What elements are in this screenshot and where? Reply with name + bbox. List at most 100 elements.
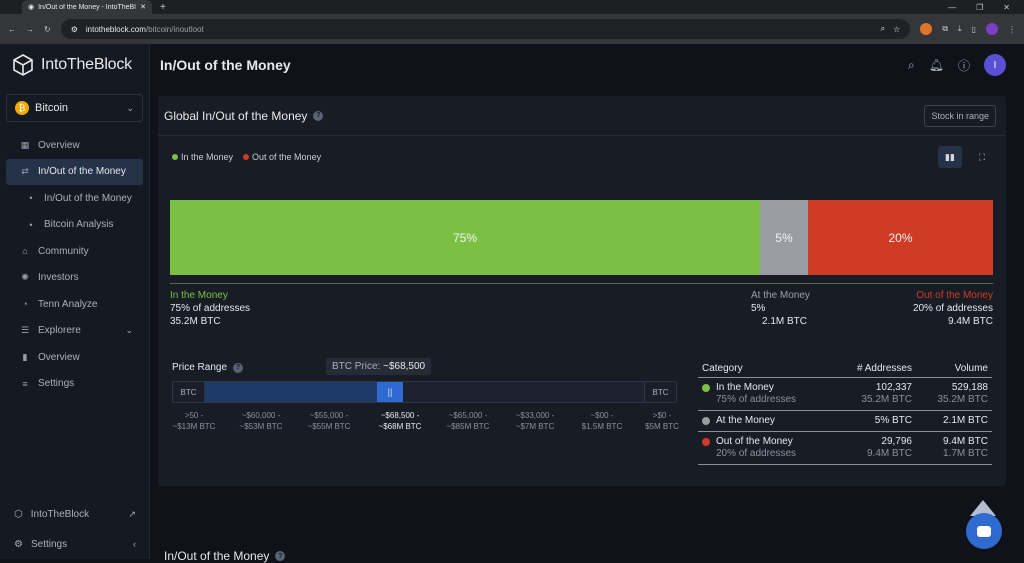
help-icon[interactable]: ? (275, 551, 286, 561)
pie-chart-icon: ◔ (22, 299, 28, 310)
collapse-icon[interactable]: ‹ (133, 539, 136, 549)
sidebar-item-label: Settings (30, 538, 68, 550)
intotheblock-logo-icon (13, 54, 33, 76)
slider-fill (205, 382, 377, 402)
sidebar-subitem-in-out-money[interactable]: • In/Out of the Money (6, 185, 143, 212)
help-icon[interactable]: ? (313, 110, 324, 121)
price-tick: ~$60,000 - ~$53M BTC (230, 410, 292, 432)
sidebar-item-explorere[interactable]: ☰ Explorere ⌄ (6, 318, 143, 345)
fullscreen-icon[interactable]: ⛶ (970, 146, 994, 168)
bitcoin-icon: ₿ (15, 101, 29, 115)
sidebar-item-overview[interactable]: ▦ Overview (6, 132, 143, 159)
bar-segment-at-the-money[interactable]: 5% (760, 200, 808, 275)
stacked-bar: 75% 5% 20% (170, 200, 993, 275)
price-range-label: Price Range (172, 362, 228, 373)
column-header-volume[interactable]: Volume (912, 363, 988, 374)
bar-chart-icon: ▮ (22, 351, 28, 362)
maximize-icon[interactable]: ❐ (976, 3, 983, 12)
avatar[interactable]: I (984, 54, 1006, 76)
bar-segment-out-of-the-money[interactable]: 20% (808, 200, 993, 275)
cube-icon: ⬡ (14, 508, 23, 520)
sidebar-item-label: Overview (38, 139, 80, 151)
help-icon[interactable]: ? (233, 362, 244, 373)
site-info-icon[interactable]: ⚙ (71, 25, 78, 34)
section-title-in-out-money: In/Out of the Money ? (164, 549, 286, 563)
bar-chart-view-icon[interactable]: ▮▮ (938, 146, 962, 168)
bar-value-label: 75% (452, 230, 478, 245)
legend-label: Out of the Money (252, 152, 322, 162)
bar-segment-in-the-money[interactable]: 75% (170, 200, 760, 275)
sidebar-subitem-bitcoin-analysis[interactable]: • Bitcoin Analysis (6, 212, 143, 239)
sidepanel-icon[interactable]: ▯ (972, 25, 976, 34)
browser-menu-icon[interactable]: ⋮ (1008, 25, 1016, 34)
gear-icon: ⚙ (14, 538, 23, 550)
sidebar-item-label: Community (38, 245, 89, 257)
search-icon[interactable]: ⌕ (908, 58, 915, 73)
table-row[interactable]: Out of the Money 20% of addresses 29,796 9.… (698, 432, 992, 465)
bar-value-label: 20% (888, 230, 913, 245)
chat-support-button[interactable] (966, 513, 1002, 549)
sidebar: IntoTheBlock ₿ Bitcoin ⌄ ▦ Overview ⇄ In/O… (0, 44, 150, 559)
table-row[interactable]: At the Money 5% BTC 2.1M BTC (698, 411, 992, 432)
bookmark-star-icon[interactable]: ☆ (893, 25, 900, 34)
asset-selector[interactable]: ₿ Bitcoin ⌄ (6, 94, 143, 122)
category-sub: 20% of addresses (716, 448, 797, 459)
out-of-the-money-addresses: 20% of addresses (912, 303, 993, 314)
sidebar-item-intotheblock[interactable]: ⬡ IntoTheBlock ↗ (0, 499, 150, 529)
sidebar-item-overview-2[interactable]: ▮ Overview (6, 344, 143, 371)
asset-name: Bitcoin (35, 102, 69, 114)
price-tick: ~$55,000 - ~$55M BTC (298, 410, 360, 432)
new-tab-icon[interactable]: + (160, 2, 166, 13)
in-the-money-volume: 35.2M BTC (170, 316, 221, 327)
slider-handle[interactable]: || (377, 382, 403, 402)
help-icon[interactable]: ⓘ (958, 57, 970, 74)
back-icon[interactable]: ← (8, 25, 16, 34)
extensions-puzzle-icon[interactable]: ⧉ (942, 24, 948, 34)
url-field[interactable]: ⚙ intotheblock.com/bitcoin/inoutloot ⌕ ☆ (60, 19, 911, 39)
reload-icon[interactable]: ↻ (44, 25, 51, 34)
logo[interactable]: IntoTheBlock (0, 44, 149, 86)
sidebar-item-investors[interactable]: ✺ Investors (6, 265, 143, 292)
legend-out-of-the-money[interactable]: Out of the Money (243, 152, 321, 162)
minimize-icon[interactable]: — (948, 3, 956, 12)
column-header-category[interactable]: Category (698, 363, 832, 374)
browser-tab-bar: ◉ In/Out of the Money - IntoTheBl... ✕ +… (0, 0, 1024, 14)
price-range-slider[interactable]: BTC || BTC (172, 381, 677, 403)
price-tick: ~$33,000 - ~$7M BTC (504, 410, 566, 432)
addresses-sub: 9.4M BTC (866, 448, 912, 459)
category-dot (702, 384, 710, 392)
zoom-icon[interactable]: ⌕ (881, 24, 885, 34)
tick-volume: ~$7M BTC (515, 422, 555, 431)
stock-in-range-button[interactable]: Stock in range (924, 104, 996, 127)
close-window-icon[interactable]: ✕ (1003, 3, 1010, 12)
legend-in-the-money[interactable]: In the Money (172, 152, 233, 162)
sidebar-item-in-out-money[interactable]: ⇄ In/Out of the Money (6, 158, 143, 185)
sidebar-item-settings-bottom[interactable]: ⚙ Settings ‹ (0, 529, 150, 559)
grid-icon: ▦ (20, 139, 30, 150)
close-tab-icon[interactable]: ✕ (140, 3, 146, 11)
sidebar-item-tenn-analyze[interactable]: ◔ Tenn Analyze (6, 291, 143, 318)
forward-icon[interactable]: → (26, 25, 34, 34)
btc-price-label: BTC Price: (332, 361, 381, 372)
category-dot (702, 438, 710, 446)
browser-tab[interactable]: ◉ In/Out of the Money - IntoTheBl... ✕ (22, 0, 152, 14)
category-text: In the Money 75% of addresses (716, 382, 796, 406)
chevron-down-icon: ⌄ (126, 102, 134, 113)
profile-icon[interactable] (986, 23, 998, 35)
volume-value: 2.1M BTC (942, 415, 988, 426)
sidebar-item-settings[interactable]: ≡ Settings (6, 371, 143, 398)
tab-title: In/Out of the Money - IntoTheBl... (38, 3, 137, 11)
addresses-value: 29,796 (881, 436, 912, 447)
table-row[interactable]: In the Money 75% of addresses 102,337 35.2M… (698, 378, 992, 411)
out-of-the-money-summary: Out of the Money 20% of addresses 9.4M B… (913, 289, 993, 328)
download-icon[interactable]: ⤓ (958, 24, 962, 34)
cell-volume: 529,188 35.2M BTC (912, 382, 988, 406)
notification-bell-icon[interactable]: 🔔︎ (929, 58, 944, 72)
volume-sub: 35.2M BTC (937, 394, 988, 405)
tick-price: ~$65,000 - (448, 411, 488, 420)
extension-icon[interactable] (920, 23, 933, 35)
sidebar-item-community[interactable]: ⌂ Community (6, 238, 143, 265)
at-the-money-summary: At the Money 5% 2.1M BTC (751, 289, 810, 328)
volume-sub: 1.7M BTC (942, 448, 988, 459)
column-header-addresses[interactable]: # Addresses (832, 363, 912, 374)
